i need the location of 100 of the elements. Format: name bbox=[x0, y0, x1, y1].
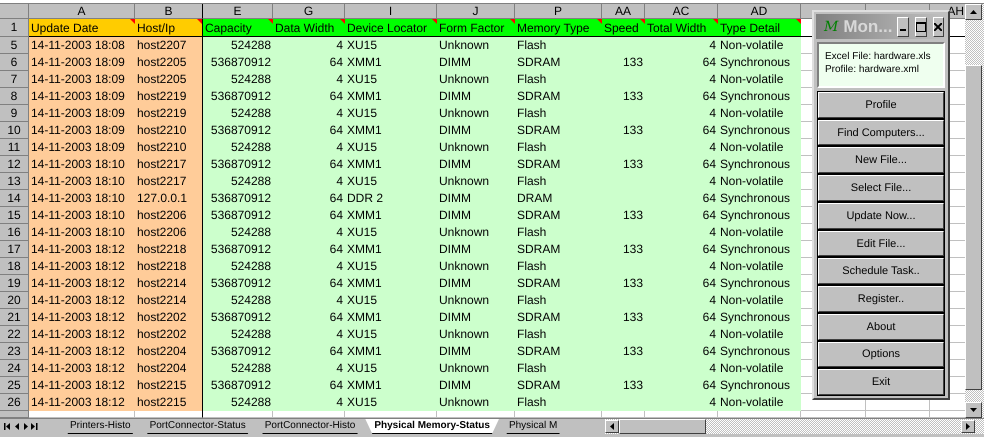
column-header[interactable]: J bbox=[437, 4, 515, 19]
row-header[interactable]: 11 bbox=[0, 139, 29, 156]
minimize-icon bbox=[900, 28, 906, 30]
menu-button[interactable]: Register.. bbox=[817, 285, 945, 313]
menu-button[interactable]: Edit File... bbox=[817, 230, 945, 258]
last-sheet-icon[interactable] bbox=[31, 423, 39, 430]
next-sheet-icon[interactable] bbox=[23, 423, 28, 430]
header-cell: Speed bbox=[602, 19, 645, 37]
row-header[interactable]: 7 bbox=[0, 71, 29, 88]
table-cell: host2214 bbox=[135, 292, 203, 309]
column-header[interactable]: G bbox=[273, 4, 345, 19]
table-cell: host2219 bbox=[135, 88, 203, 105]
row-header[interactable]: 9 bbox=[0, 105, 29, 122]
row-header[interactable]: 16 bbox=[0, 224, 29, 241]
row-header[interactable]: 6 bbox=[0, 54, 29, 71]
header-cell: Host/Ip bbox=[135, 19, 203, 37]
scroll-up-button[interactable] bbox=[965, 4, 982, 20]
info-text: Excel File: hardware.xls bbox=[825, 50, 932, 63]
table-cell: host2205 bbox=[135, 71, 203, 88]
row-header[interactable]: 12 bbox=[0, 156, 29, 173]
header-cell: Form Factor bbox=[437, 19, 515, 37]
row-header[interactable]: 17 bbox=[0, 241, 29, 258]
row-header[interactable]: 18 bbox=[0, 258, 29, 275]
table-cell: host2215 bbox=[135, 394, 203, 411]
table-cell: host2202 bbox=[135, 309, 203, 326]
column-header[interactable]: I bbox=[345, 4, 437, 19]
maximize-button[interactable] bbox=[914, 16, 927, 36]
row-header[interactable]: 13 bbox=[0, 173, 29, 190]
table-cell: host2202 bbox=[135, 326, 203, 343]
close-button[interactable] bbox=[932, 16, 944, 36]
table-cell: host2218 bbox=[135, 258, 203, 275]
app-logo: M bbox=[824, 18, 838, 34]
row-header[interactable]: 21 bbox=[0, 309, 29, 326]
column-header[interactable]: AA bbox=[602, 4, 645, 19]
table-cell: host2217 bbox=[135, 156, 203, 173]
left-arrow-icon bbox=[610, 423, 614, 430]
table-cell: host2217 bbox=[135, 173, 203, 190]
menu-button[interactable]: Select File... bbox=[817, 174, 945, 202]
minimize-button[interactable] bbox=[897, 16, 909, 36]
menu-button[interactable]: Find Computers... bbox=[817, 118, 945, 146]
column-header[interactable]: AD bbox=[718, 4, 801, 19]
menu-button[interactable]: New File... bbox=[817, 146, 945, 174]
row-header[interactable]: 24 bbox=[0, 360, 29, 377]
window-title: Mon... bbox=[843, 16, 892, 36]
row-header[interactable]: 25 bbox=[0, 377, 29, 394]
menu-button[interactable]: Update Now... bbox=[817, 202, 945, 230]
table-cell: host2210 bbox=[135, 139, 203, 156]
up-arrow-icon bbox=[970, 10, 977, 14]
row-header[interactable]: 8 bbox=[0, 88, 29, 105]
right-arrow-icon bbox=[966, 423, 970, 430]
column-header[interactable]: B bbox=[135, 4, 203, 19]
sheet-tab[interactable]: Physical Memory-Status bbox=[365, 419, 499, 434]
scroll-left-button[interactable] bbox=[605, 420, 619, 433]
row-header[interactable]: 1 bbox=[0, 19, 29, 37]
column-header[interactable]: A bbox=[29, 4, 135, 19]
column-header[interactable]: E bbox=[203, 4, 273, 19]
header-cell: Capacity bbox=[203, 19, 273, 37]
table-cell: host2204 bbox=[135, 343, 203, 360]
table-cell: host2215 bbox=[135, 377, 203, 394]
row-header[interactable]: 19 bbox=[0, 275, 29, 292]
column-header[interactable]: P bbox=[515, 4, 602, 19]
row-header[interactable]: 20 bbox=[0, 292, 29, 309]
header-cell: Memory Type bbox=[515, 19, 602, 37]
menu-button[interactable]: Profile bbox=[817, 91, 945, 119]
menu-button[interactable]: Options bbox=[817, 340, 945, 368]
scroll-right-button[interactable] bbox=[961, 420, 975, 433]
table-cell: host2207 bbox=[135, 37, 203, 54]
header-cell: Total Width bbox=[645, 19, 718, 37]
row-header[interactable]: 10 bbox=[0, 122, 29, 139]
table-cell: 127.0.0.1 bbox=[135, 190, 203, 207]
down-arrow-icon bbox=[970, 408, 977, 412]
header-cell: Data Width bbox=[273, 19, 345, 37]
menu-button[interactable]: Exit bbox=[817, 368, 945, 396]
table-cell: host2218 bbox=[135, 241, 203, 258]
table-cell: host2210 bbox=[135, 122, 203, 139]
table-cell: host2206 bbox=[135, 207, 203, 224]
header-cell: Update Date bbox=[29, 19, 135, 37]
header-cell: Type Detail bbox=[718, 19, 801, 37]
previous-sheet-icon[interactable] bbox=[15, 423, 20, 430]
menu-button[interactable]: Schedule Task.. bbox=[817, 257, 945, 286]
table-cell: host2204 bbox=[135, 360, 203, 377]
close-icon bbox=[934, 22, 942, 30]
scroll-down-button[interactable] bbox=[965, 402, 982, 418]
column-header[interactable]: AC bbox=[645, 4, 718, 19]
row-header[interactable]: 14 bbox=[0, 190, 29, 207]
table-cell: host2219 bbox=[135, 105, 203, 122]
table-cell: host2206 bbox=[135, 224, 203, 241]
row-header[interactable]: 22 bbox=[0, 326, 29, 343]
scroll-thumb[interactable] bbox=[619, 419, 706, 434]
menu-button[interactable]: About bbox=[817, 312, 945, 341]
row-header[interactable]: 15 bbox=[0, 207, 29, 224]
maximize-icon bbox=[916, 22, 926, 32]
row-header[interactable]: 5 bbox=[0, 37, 29, 54]
first-sheet-icon[interactable] bbox=[4, 423, 12, 430]
row-header[interactable]: 26 bbox=[0, 394, 29, 411]
header-cell: Device Locator bbox=[345, 19, 437, 37]
table-cell: host2205 bbox=[135, 54, 203, 71]
row-header[interactable]: 23 bbox=[0, 343, 29, 360]
table-cell: host2214 bbox=[135, 275, 203, 292]
scroll-thumb[interactable] bbox=[965, 65, 982, 390]
